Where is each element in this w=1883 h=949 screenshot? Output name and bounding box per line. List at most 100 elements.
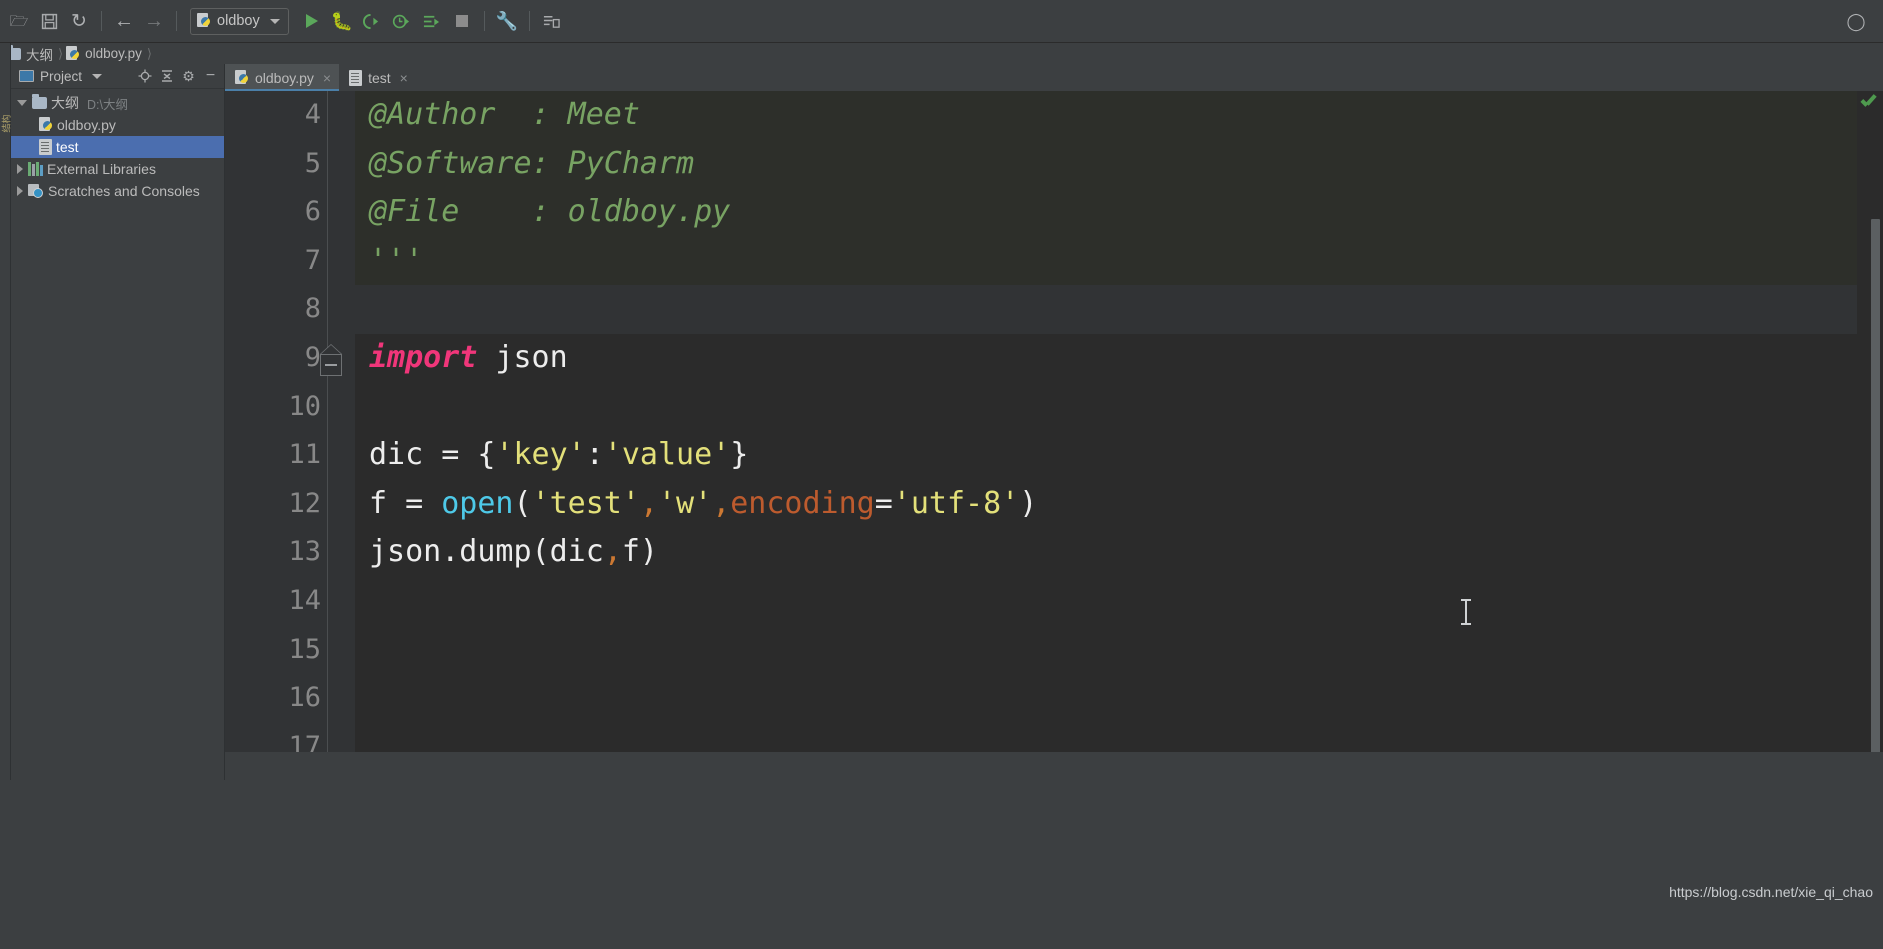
sync-icon[interactable]: ↻ — [64, 6, 94, 36]
gutter-divider — [327, 91, 328, 780]
code-line-11: dic = {'key':'value'} — [355, 431, 1883, 480]
breadcrumb: 大纲 ⟩ oldboy.py ⟩ — [0, 43, 1883, 64]
profile-button[interactable] — [387, 6, 417, 36]
string-token: 'test' — [531, 485, 640, 521]
save-icon[interactable] — [34, 6, 64, 36]
run-button[interactable] — [297, 6, 327, 36]
scratches-icon — [28, 183, 44, 199]
project-window-icon — [19, 70, 34, 82]
tree-node-oldboy-py[interactable]: oldboy.py — [11, 114, 224, 136]
project-tree: 大纲 D:\大纲 oldboy.py test External Librari… — [11, 89, 224, 202]
run-configuration-name: oldboy — [217, 13, 260, 29]
toolbar-separator — [528, 11, 530, 31]
comma-token: , — [603, 534, 622, 570]
breadcrumb-label: oldboy.py — [85, 46, 142, 61]
forward-icon[interactable]: → — [139, 6, 169, 36]
stop-button[interactable] — [447, 6, 477, 36]
run-configuration-selector[interactable]: oldboy — [190, 7, 289, 35]
chevron-down-icon[interactable] — [17, 100, 27, 106]
editor-tab-bar: oldboy.py × test × — [225, 64, 1883, 91]
tab-oldboy-py[interactable]: oldboy.py × — [225, 64, 340, 91]
layout-glyph — [544, 15, 560, 28]
tree-node-project-root[interactable]: 大纲 D:\大纲 — [11, 92, 224, 114]
code-token: ( — [513, 485, 532, 521]
toolbar-separator — [483, 11, 485, 31]
collapse-all-icon[interactable] — [157, 67, 176, 86]
run-console-button[interactable] — [417, 6, 447, 36]
close-icon[interactable]: × — [323, 70, 331, 86]
code-editor[interactable]: 4 5 6 7 8 9 10 11 12 13 14 15 16 17 @Aut… — [225, 91, 1883, 780]
tree-node-test[interactable]: test — [11, 136, 224, 158]
line-number: 14 — [288, 584, 321, 616]
minus-icon — [325, 364, 337, 366]
text-file-icon — [39, 139, 52, 155]
chevron-right-icon[interactable] — [17, 186, 23, 196]
editor-gutter[interactable]: 4 5 6 7 8 9 10 11 12 13 14 15 16 17 — [225, 91, 355, 780]
comma-token: , — [639, 485, 658, 521]
line-number: 16 — [288, 682, 321, 714]
coverage-glyph — [363, 13, 379, 29]
watermark-text: https://blog.csdn.net/xie_qi_chao — [1669, 884, 1873, 900]
layout-icon[interactable] — [537, 6, 567, 36]
string-token: 'w' — [658, 485, 713, 521]
project-tool-window: Project ⚙ − 大纲 D:\大纲 oldboy.py test Exte… — [11, 64, 225, 780]
debug-button[interactable]: 🐛 — [327, 6, 357, 36]
tree-node-scratches-and-consoles[interactable]: Scratches and Consoles — [11, 180, 224, 202]
code-token: : — [585, 437, 604, 473]
inspection-ok-check-icon[interactable] — [1861, 97, 1877, 110]
string-token: 'utf-8' — [892, 485, 1020, 521]
gear-icon[interactable]: ⚙ — [179, 67, 198, 86]
comma-token: , — [712, 485, 731, 521]
code-line-7: ''' — [355, 236, 1883, 286]
code-token: f = — [369, 485, 442, 521]
close-icon[interactable]: × — [400, 70, 408, 86]
line-number: 11 — [288, 439, 321, 471]
code-line-9: import json — [355, 334, 1883, 383]
string-token: 'key' — [495, 437, 586, 473]
code-line-8 — [355, 285, 1883, 334]
tab-label: test — [368, 69, 391, 86]
minimize-icon[interactable]: − — [201, 67, 220, 86]
line-number: 8 — [304, 293, 321, 325]
vertical-scrollbar-thumb[interactable] — [1871, 219, 1880, 779]
code-token: dic = { — [369, 437, 496, 473]
chevron-down-icon[interactable] — [92, 73, 103, 79]
code-token: ) — [1019, 485, 1038, 521]
locate-icon[interactable] — [135, 67, 154, 86]
collapse-glyph — [161, 70, 172, 82]
tree-node-label: Scratches and Consoles — [48, 183, 200, 199]
line-number: 5 — [304, 147, 321, 179]
breadcrumb-item-project[interactable]: 大纲 — [6, 44, 57, 64]
tree-node-external-libraries[interactable]: External Libraries — [11, 158, 224, 180]
fold-collapse-marker[interactable] — [320, 345, 344, 377]
kwarg-token: encoding — [730, 485, 875, 521]
python-file-icon — [66, 45, 80, 62]
profile-glyph — [393, 14, 410, 28]
locate-glyph — [138, 69, 151, 83]
save-glyph — [41, 13, 57, 29]
bottom-tool-area — [0, 780, 1883, 949]
tree-node-label: test — [56, 139, 79, 155]
search-icon[interactable]: ◯ — [1841, 6, 1871, 36]
python-file-icon — [39, 117, 53, 133]
breadcrumb-item-file[interactable]: oldboy.py — [66, 45, 146, 62]
breadcrumb-separator-icon: ⟩ — [58, 45, 64, 61]
run-with-coverage-button[interactable] — [357, 6, 387, 36]
chevron-right-icon[interactable] — [17, 164, 23, 174]
breadcrumb-separator-icon: ⟩ — [146, 45, 152, 61]
tree-node-label: 大纲 — [51, 95, 79, 111]
editor-text-area[interactable]: @Author : Meet @Software: PyCharm @File … — [355, 91, 1883, 780]
line-number: 10 — [288, 390, 321, 422]
libraries-icon — [28, 162, 43, 176]
tab-test[interactable]: test × — [339, 64, 416, 91]
mouse-text-cursor — [1461, 599, 1471, 625]
project-panel-title: Project — [40, 68, 83, 84]
inspection-scroll-strip[interactable] — [1857, 91, 1883, 780]
back-icon[interactable]: ← — [109, 6, 139, 36]
open-icon[interactable]: 🗁 — [4, 6, 34, 36]
code-line-6: @File : oldboy.py — [355, 188, 1883, 237]
settings-wrench-icon[interactable]: 🔧 — [492, 6, 522, 36]
